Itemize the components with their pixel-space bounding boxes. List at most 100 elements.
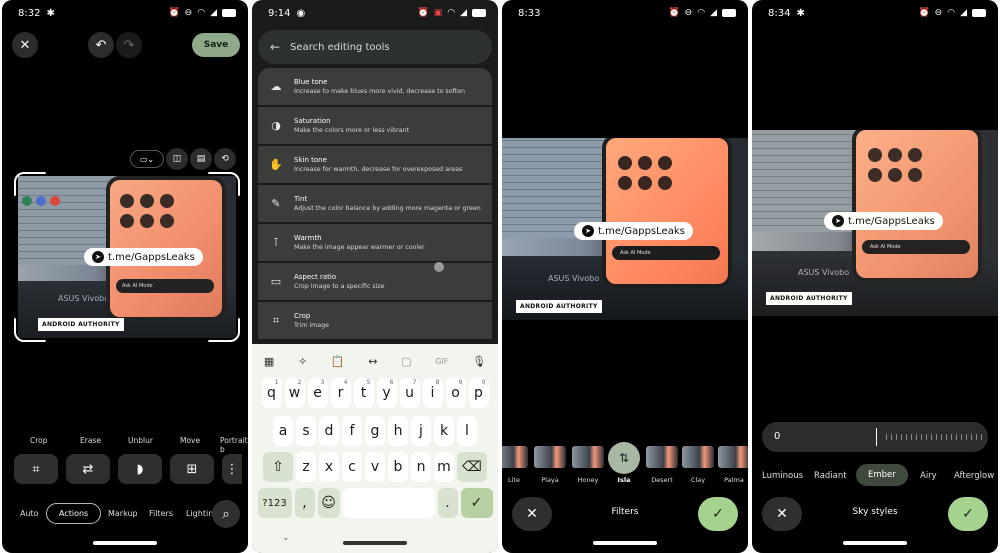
close-button[interactable]: ✕ (12, 32, 38, 58)
filter-thumb-isla-selected[interactable]: ⇅ (608, 442, 640, 474)
erase-tool-button[interactable]: ⇄ (66, 454, 110, 484)
apply-button[interactable]: ✓ (948, 497, 988, 531)
photo-preview[interactable]: ASUS Vivobo Ask AI Mode ➤ t.me/GappsLeaks… (502, 138, 748, 320)
search-input[interactable]: Search editing tools (290, 42, 390, 53)
straighten-button[interactable]: ▤ (190, 148, 212, 170)
undo-button[interactable]: ↶ (88, 32, 114, 58)
key-c[interactable]: c (342, 452, 362, 482)
key-w[interactable]: w2 (284, 378, 305, 408)
tool-item-saturation[interactable]: ◑ Saturation Make the colors more or less… (258, 107, 492, 144)
period-key[interactable]: . (437, 488, 458, 518)
key-e[interactable]: e3 (307, 378, 328, 408)
filter-thumb-desert[interactable] (646, 446, 678, 468)
tool-item-crop[interactable]: ⌗ Crop Trim image (258, 302, 492, 339)
key-p[interactable]: p0 (468, 378, 489, 408)
redo-button[interactable]: ↷ (116, 32, 142, 58)
style-chip-radiant[interactable]: Radiant (814, 471, 847, 481)
key-n[interactable]: n (411, 452, 431, 482)
style-chip-ember[interactable]: Ember (856, 464, 908, 486)
key-i[interactable]: i8 (422, 378, 443, 408)
filter-thumb-palma[interactable] (718, 446, 748, 468)
key-f[interactable]: f (342, 416, 362, 446)
gif-button[interactable]: GIF (435, 357, 448, 366)
tab-auto[interactable]: Auto (20, 509, 39, 518)
key-b[interactable]: b (388, 452, 408, 482)
gesture-bar[interactable] (93, 541, 157, 545)
alarm-icon: ⏰ (918, 8, 930, 18)
search-editing-tools-bar[interactable]: ← Search editing tools (258, 30, 492, 64)
unblur-tool-button[interactable]: ◗ (118, 454, 162, 484)
magic-wand-icon[interactable]: ✧ (298, 355, 307, 368)
key-r[interactable]: r4 (330, 378, 351, 408)
key-k[interactable]: k (434, 416, 454, 446)
tool-item-blue-tone[interactable]: ☁ Blue tone Increase to make blues more v… (258, 68, 492, 105)
key-u[interactable]: u7 (399, 378, 420, 408)
filter-thumb-lite[interactable] (502, 446, 528, 468)
tab-filters[interactable]: Filters (149, 509, 173, 518)
microphone-icon[interactable]: 🎙 (472, 355, 486, 368)
rotate-button[interactable]: ⟲ (214, 148, 236, 170)
tab-actions[interactable]: Actions (46, 503, 102, 524)
key-z[interactable]: z (296, 452, 316, 482)
style-chip-airy[interactable]: Airy (920, 471, 937, 481)
tool-title: Tint (294, 195, 308, 203)
key-h[interactable]: h (388, 416, 408, 446)
key-v[interactable]: v (365, 452, 385, 482)
tool-title: Warmth (294, 234, 322, 242)
space-key[interactable] (342, 488, 435, 518)
cursor-icon[interactable]: ↔ (368, 355, 377, 368)
key-j[interactable]: j (411, 416, 431, 446)
status-bar: 9:14 ◉ ⏰ ▣ ◠ ◢ (252, 0, 498, 28)
key-g[interactable]: g (365, 416, 385, 446)
key-d[interactable]: d (319, 416, 339, 446)
gesture-bar[interactable] (843, 541, 907, 545)
crop-tool-button[interactable]: ⌗ (14, 454, 58, 484)
enter-key[interactable]: ✓ (460, 488, 493, 518)
key-l[interactable]: l (457, 416, 477, 446)
tool-item-warmth[interactable]: ⊺ Warmth Make the image appear warmer or … (258, 224, 492, 261)
intensity-slider[interactable]: 0 (762, 422, 988, 452)
key-a[interactable]: a (273, 416, 293, 446)
gesture-bar[interactable] (343, 541, 407, 545)
key-o[interactable]: o9 (445, 378, 466, 408)
comma-key[interactable]: , (294, 488, 315, 518)
key-y[interactable]: y6 (376, 378, 397, 408)
apps-grid-icon[interactable]: ▦ (264, 355, 274, 368)
key-q[interactable]: q1 (261, 378, 282, 408)
key-m[interactable]: m (434, 452, 454, 482)
photo-app-icons (120, 194, 174, 228)
key-x[interactable]: x (319, 452, 339, 482)
tool-item-aspect-ratio[interactable]: ▭ Aspect ratio Crop image to a specific s… (258, 263, 492, 300)
clipboard-icon[interactable]: 📋 (331, 355, 345, 368)
photo-preview[interactable]: ASUS Vivobo Ask AI Mode ➤ t.me/GappsLeaks… (752, 130, 998, 316)
tool-item-skin-tone[interactable]: ✋ Skin tone Increase for warmth, decrease… (258, 146, 492, 183)
photo-preview[interactable]: ASUS Vivobo Ask AI Mode ➤ t.me/GappsLeaks… (18, 176, 236, 338)
style-chip-luminous[interactable]: Luminous (762, 471, 803, 481)
filter-thumb-playa[interactable] (534, 446, 566, 468)
filter-thumb-honey[interactable] (572, 446, 604, 468)
emoji-key[interactable]: ☺ (317, 488, 340, 518)
search-tools-button[interactable]: ⌕ (212, 500, 240, 528)
move-tool-button[interactable]: ⊞ (170, 454, 214, 484)
save-button[interactable]: Save (192, 33, 240, 57)
symbols-key[interactable]: ?123 (257, 488, 292, 518)
keyboard-collapse-icon[interactable]: ⌄ (282, 533, 290, 543)
filter-thumb-clay[interactable] (682, 446, 714, 468)
gesture-bar[interactable] (593, 541, 657, 545)
sticker-icon[interactable]: ▢ (401, 355, 411, 368)
portrait-tool-button[interactable]: ⋮ (222, 454, 242, 484)
filter-label-desert: Desert (651, 476, 673, 484)
back-arrow-icon[interactable]: ← (270, 40, 280, 54)
key-t[interactable]: t5 (353, 378, 374, 408)
flip-button[interactable]: ◫ (166, 148, 188, 170)
shift-key[interactable]: ⇧ (263, 452, 293, 482)
style-chip-afterglow[interactable]: Afterglow (954, 471, 994, 481)
cloud-icon: ☁ (270, 80, 282, 93)
backspace-key[interactable]: ⌫ (457, 452, 487, 482)
scroll-indicator[interactable] (434, 262, 444, 272)
key-s[interactable]: s (296, 416, 316, 446)
tab-markup[interactable]: Markup (108, 509, 138, 518)
apply-button[interactable]: ✓ (698, 497, 738, 531)
tool-item-tint[interactable]: ✎ Tint Adjust the color balance by adding… (258, 185, 492, 222)
aspect-ratio-dropdown[interactable]: ▭⌄ (130, 150, 164, 168)
